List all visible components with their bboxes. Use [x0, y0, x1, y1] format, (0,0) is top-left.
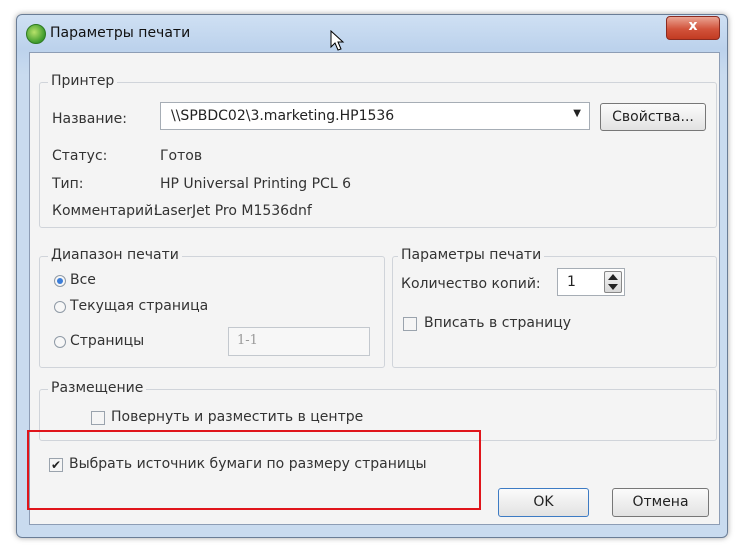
radio-pages-label[interactable]: Страницы: [70, 333, 144, 349]
fit-to-page-checkbox[interactable]: [403, 317, 417, 331]
type-label: Тип:: [52, 176, 84, 192]
status-value: Готов: [160, 148, 203, 164]
paper-source-checkbox[interactable]: ✔: [49, 458, 63, 472]
copies-input[interactable]: 1: [557, 268, 625, 296]
rotate-center-label[interactable]: Повернуть и разместить в центре: [111, 409, 363, 425]
printer-legend: Принтер: [48, 73, 118, 89]
radio-all[interactable]: [54, 275, 66, 287]
type-value: HP Universal Printing PCL 6: [160, 176, 351, 192]
properties-button[interactable]: Свойства...: [600, 103, 706, 131]
status-label: Статус:: [52, 148, 108, 164]
copies-value: 1: [567, 274, 576, 290]
window-title: Параметры печати: [50, 25, 191, 41]
pages-input[interactable]: 1-1: [228, 327, 370, 356]
close-icon: x: [688, 18, 698, 34]
printer-name-label: Название:: [52, 111, 127, 127]
radio-all-label[interactable]: Все: [70, 272, 96, 288]
ok-button[interactable]: OK: [498, 488, 589, 517]
rotate-center-checkbox[interactable]: [91, 411, 105, 425]
radio-current-page[interactable]: [54, 301, 66, 313]
print-params-legend: Параметры печати: [398, 247, 545, 263]
radio-pages[interactable]: [54, 336, 66, 348]
copies-label: Количество копий:: [401, 276, 541, 292]
placement-legend: Размещение: [48, 380, 147, 396]
comment-value: LaserJet Pro M1536dnf: [154, 203, 312, 219]
radio-current-page-label[interactable]: Текущая страница: [70, 298, 208, 314]
cancel-button[interactable]: Отмена: [612, 488, 709, 517]
close-button[interactable]: x: [666, 16, 720, 40]
fit-to-page-label[interactable]: Вписать в страницу: [424, 315, 571, 331]
printer-select[interactable]: \\SPBDC02\3.marketing.HP1536 ▼: [160, 102, 590, 130]
print-range-legend: Диапазон печати: [48, 247, 182, 263]
chevron-down-icon: ▼: [573, 108, 581, 119]
paper-source-label[interactable]: Выбрать источник бумаги по размеру стран…: [69, 456, 427, 472]
app-icon: [26, 24, 46, 44]
pages-input-value: 1-1: [237, 333, 258, 348]
printer-select-value: \\SPBDC02\3.marketing.HP1536: [171, 108, 395, 124]
print-params-group: [392, 256, 717, 368]
stepper-down-icon[interactable]: [608, 284, 618, 290]
stepper-up-icon[interactable]: [608, 274, 618, 280]
copies-stepper[interactable]: [604, 271, 622, 293]
comment-label: Комментарий:: [52, 203, 158, 219]
